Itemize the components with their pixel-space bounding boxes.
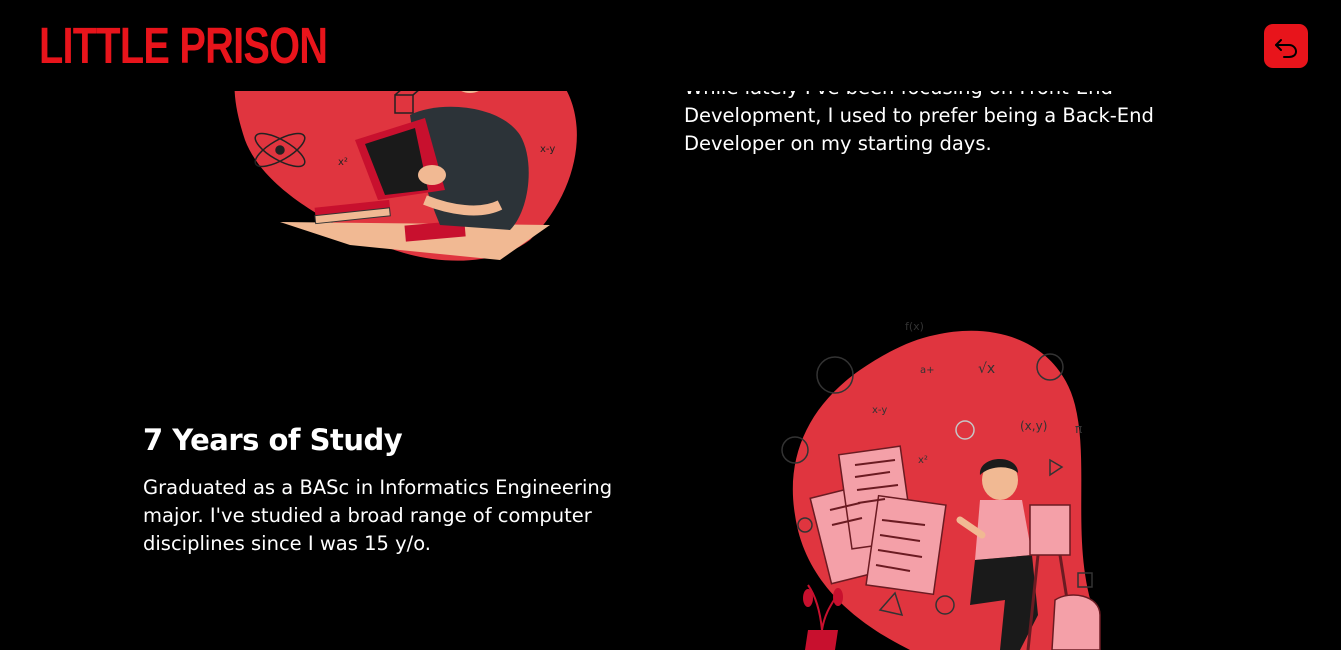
backend-paragraph-line: Developer on my starting days.	[684, 132, 992, 155]
study-title: 7 Years of Study	[143, 423, 403, 457]
svg-text:π: π	[1075, 422, 1082, 436]
study-paragraph-line: major. I've studied a broad range of com…	[143, 504, 592, 527]
studying-illustration: f(x) a+ √x x-y (x,y) x² π	[760, 315, 1120, 650]
undo-arrow-icon	[1275, 39, 1298, 58]
site-header: LITTLE PRISON	[0, 0, 1341, 91]
study-paragraph-line: Graduated as a BASc in Informatics Engin…	[143, 476, 613, 499]
back-button[interactable]	[1264, 24, 1308, 68]
svg-text:x²: x²	[918, 455, 928, 466]
svg-text:x-y: x-y	[872, 405, 887, 416]
page: x² x-y While lately I've been focusing o…	[0, 0, 1341, 650]
svg-text:x²: x²	[338, 157, 348, 168]
svg-text:(x,y): (x,y)	[1020, 419, 1047, 433]
svg-text:√x: √x	[978, 361, 995, 377]
backend-paragraph-line: Development, I used to prefer being a Ba…	[684, 104, 1154, 127]
svg-text:f(x): f(x)	[905, 320, 924, 333]
svg-text:x-y: x-y	[540, 144, 555, 155]
study-paragraph-line: disciplines since I was 15 y/o.	[143, 532, 431, 555]
svg-text:a+: a+	[920, 365, 935, 376]
study-paragraph: Graduated as a BASc in Informatics Engin…	[143, 474, 643, 558]
site-logo[interactable]: LITTLE PRISON	[39, 16, 328, 76]
